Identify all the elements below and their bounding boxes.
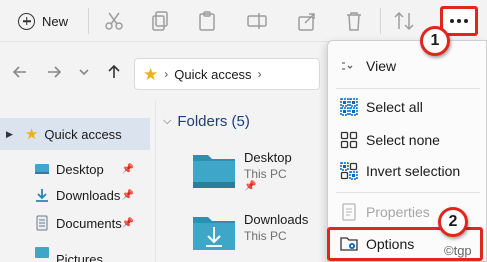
folder-tile-downloads[interactable]: Downloads This PC [192, 210, 332, 262]
folder-name: Downloads [244, 212, 309, 227]
menu-item-label: Invert selection [366, 163, 461, 179]
plus-icon [18, 12, 35, 30]
menu-item-label: Select all [366, 99, 423, 115]
more-dot [464, 19, 468, 23]
folder-name: Desktop [244, 150, 292, 165]
star-icon: ★ [143, 64, 159, 84]
nav-item-label: Documents [56, 215, 122, 231]
paste-icon[interactable] [195, 9, 219, 33]
desktop-icon [35, 164, 49, 174]
folder-tile-desktop[interactable]: Desktop This PC 📌 [192, 148, 332, 200]
share-icon[interactable] [295, 9, 319, 33]
expand-arrow-icon[interactable]: ▶ [6, 129, 13, 140]
folders-group-title: Folders (5) [177, 113, 250, 130]
nav-item-pictures[interactable]: Pictures [34, 244, 150, 262]
folder-location: This PC [244, 167, 287, 181]
toolbar-separator [380, 8, 381, 34]
more-dot [457, 19, 461, 23]
menu-separator [336, 88, 480, 89]
select-all-icon [340, 98, 358, 116]
pictures-icon [35, 247, 49, 258]
back-arrow-icon[interactable] [10, 62, 30, 82]
callout-step-2: 2 [438, 207, 468, 237]
pin-icon: 📌 [121, 217, 134, 229]
nav-item-label: Downloads [56, 187, 121, 203]
menu-item-label: Select none [366, 132, 440, 148]
chevron-right-icon[interactable]: › [258, 67, 262, 81]
rename-icon[interactable] [245, 9, 269, 33]
nav-item-downloads[interactable]: Downloads 📌 [34, 182, 150, 208]
callout-step-1: 1 [420, 26, 450, 56]
select-none-icon [340, 131, 358, 149]
folder-icon [193, 155, 235, 188]
document-icon [36, 215, 48, 231]
up-arrow-icon[interactable] [104, 62, 124, 82]
nav-item-label: Pictures [56, 252, 103, 262]
sort-icon[interactable] [392, 9, 416, 33]
pin-icon: 📌 [244, 181, 257, 192]
view-icon [342, 62, 353, 70]
chevron-down-icon[interactable] [74, 62, 94, 82]
folder-location: This PC [244, 229, 287, 243]
pin-icon: 📌 [121, 163, 134, 175]
menu-item-select-none[interactable]: Select none [328, 125, 487, 155]
menu-separator [336, 192, 480, 193]
forward-arrow-icon[interactable] [44, 62, 64, 82]
star-icon: ★ [24, 125, 39, 143]
nav-item-documents[interactable]: Documents 📌 [34, 210, 150, 236]
nav-item-quick-access[interactable]: ▶ ★ Quick access [0, 118, 150, 150]
delete-icon[interactable] [342, 9, 366, 33]
menu-item-select-all[interactable]: Select all [328, 92, 487, 122]
pin-icon: 📌 [121, 189, 134, 201]
copy-icon[interactable] [148, 9, 172, 33]
menu-item-invert-selection[interactable]: Invert selection [328, 156, 487, 186]
pane-divider [155, 100, 156, 262]
download-folder-icon [193, 217, 235, 250]
command-bar: New [0, 0, 487, 42]
toolbar-separator [88, 8, 89, 34]
menu-item-label: View [366, 58, 397, 74]
nav-item-label: Desktop [56, 161, 104, 177]
callout-number: 2 [448, 213, 458, 230]
navigation-pane: ▶ ★ Quick access Desktop 📌 Downloads 📌 D… [0, 108, 150, 262]
chevron-down-icon[interactable]: ⌵ [163, 115, 171, 128]
new-button[interactable]: New [18, 9, 68, 33]
more-dot [450, 19, 454, 23]
invert-selection-icon [340, 162, 358, 180]
address-location[interactable]: Quick access [174, 67, 251, 82]
watermark: ©tgp [444, 243, 472, 258]
address-bar[interactable]: ★ › Quick access › [134, 58, 320, 90]
cut-icon[interactable] [102, 9, 126, 33]
chevron-right-icon[interactable]: › [164, 67, 168, 81]
new-button-label: New [42, 13, 69, 29]
folders-group-header[interactable]: ⌵ Folders (5) [163, 113, 250, 130]
callout-number: 1 [430, 32, 440, 49]
menu-item-view[interactable]: View [328, 51, 487, 81]
nav-item-desktop[interactable]: Desktop 📌 [34, 156, 150, 182]
download-icon [36, 189, 48, 202]
properties-icon [342, 203, 356, 221]
menu-item-label: Properties [366, 204, 430, 220]
nav-item-label: Quick access [44, 126, 122, 142]
